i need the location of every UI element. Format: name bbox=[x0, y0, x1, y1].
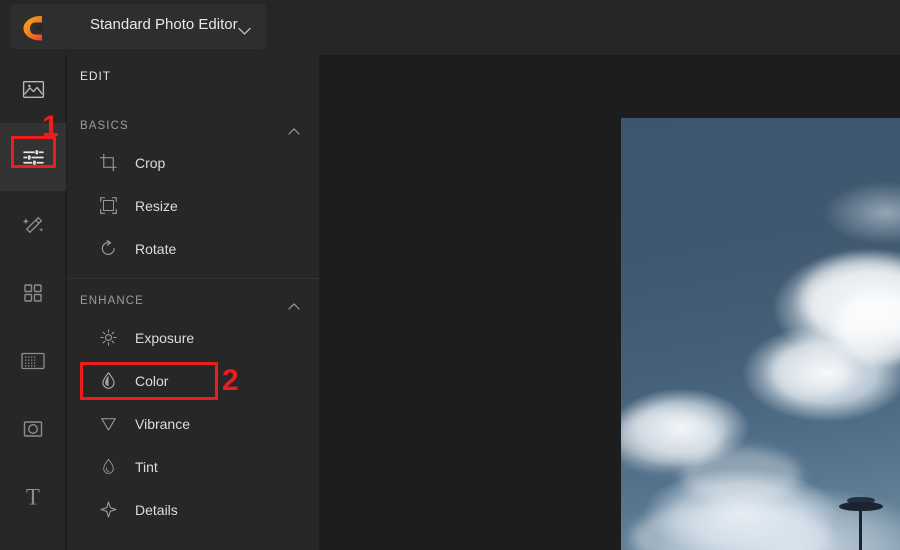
droplet-filled-icon bbox=[97, 370, 119, 392]
sky-with-clouds-photo[interactable] bbox=[621, 118, 900, 550]
chevron-up-icon[interactable] bbox=[288, 297, 300, 315]
panel-item-label-tint: Tint bbox=[135, 458, 158, 475]
panel-item-details[interactable]: Details bbox=[67, 488, 320, 531]
sparkle-icon bbox=[97, 499, 119, 521]
rail-item-frames[interactable] bbox=[0, 395, 66, 463]
rotate-icon bbox=[97, 238, 119, 260]
panel-section-basics: BASICS Crop Resize Rotate bbox=[67, 111, 320, 270]
crop-icon bbox=[97, 152, 119, 174]
street-lamp-post bbox=[859, 508, 862, 550]
rail-item-draw[interactable] bbox=[0, 531, 66, 550]
top-bar: Cartoo Standard Photo Editor bbox=[0, 0, 900, 55]
panel-item-vibrance[interactable]: Vibrance bbox=[67, 402, 320, 445]
section-title-basics: BASICS bbox=[80, 120, 129, 132]
section-header-basics[interactable]: BASICS bbox=[67, 111, 320, 141]
grid-icon bbox=[21, 281, 45, 305]
sliders-icon bbox=[21, 145, 46, 170]
annotation-number-2: 2 bbox=[222, 364, 239, 397]
chevron-up-icon[interactable] bbox=[288, 122, 300, 140]
sun-icon bbox=[97, 327, 119, 349]
rail-item-textures[interactable] bbox=[0, 327, 66, 395]
panel-item-label-color: Color bbox=[135, 372, 169, 389]
cartoonizer-logo-icon bbox=[20, 14, 48, 42]
panel-item-color[interactable]: Color bbox=[67, 359, 320, 402]
app-title-label: Standard Photo Editor bbox=[90, 16, 238, 33]
rail-item-text[interactable]: T bbox=[0, 463, 66, 531]
image-icon bbox=[21, 77, 46, 102]
panel-item-label-resize: Resize bbox=[135, 197, 178, 214]
panel-item-exposure[interactable]: Exposure bbox=[67, 316, 320, 359]
chevron-down-icon[interactable] bbox=[238, 22, 251, 35]
triangle-down-icon bbox=[97, 413, 119, 435]
resize-icon bbox=[97, 195, 119, 217]
panel-item-label-rotate: Rotate bbox=[135, 240, 177, 257]
texture-icon bbox=[20, 350, 46, 372]
panel-heading: EDIT bbox=[80, 69, 111, 83]
panel-item-label-vibrance: Vibrance bbox=[135, 415, 191, 432]
droplet-outline-icon bbox=[97, 456, 119, 478]
panel-item-label-crop: Crop bbox=[135, 154, 166, 171]
section-header-enhance[interactable]: ENHANCE bbox=[67, 286, 320, 316]
panel-item-label-details: Details bbox=[135, 501, 178, 518]
rail-item-effects[interactable] bbox=[0, 191, 66, 259]
frame-icon bbox=[21, 418, 45, 440]
edit-panel: EDIT BASICS Crop Resize Rotate ENHANCE E… bbox=[67, 55, 320, 550]
magic-wand-icon bbox=[21, 213, 46, 238]
photo-editor-app: Cartoonizer – Simple, Beautiful & ... Ca… bbox=[0, 0, 900, 550]
panel-item-tint[interactable]: Tint bbox=[67, 445, 320, 488]
panel-item-resize[interactable]: Resize bbox=[67, 184, 320, 227]
panel-item-crop[interactable]: Crop bbox=[67, 141, 320, 184]
section-title-enhance: ENHANCE bbox=[80, 295, 144, 307]
section-divider bbox=[67, 278, 320, 279]
rail-item-overlays[interactable] bbox=[0, 259, 66, 327]
annotation-number-1: 1 bbox=[42, 110, 59, 143]
svg-text:T: T bbox=[26, 485, 40, 510]
panel-item-rotate[interactable]: Rotate bbox=[67, 227, 320, 270]
panel-item-label-exposure: Exposure bbox=[135, 329, 195, 346]
editor-canvas[interactable] bbox=[321, 55, 900, 550]
panel-section-enhance: ENHANCE Exposure Color Vibrance Tint Det… bbox=[67, 286, 320, 531]
text-t-icon: T bbox=[20, 484, 46, 510]
